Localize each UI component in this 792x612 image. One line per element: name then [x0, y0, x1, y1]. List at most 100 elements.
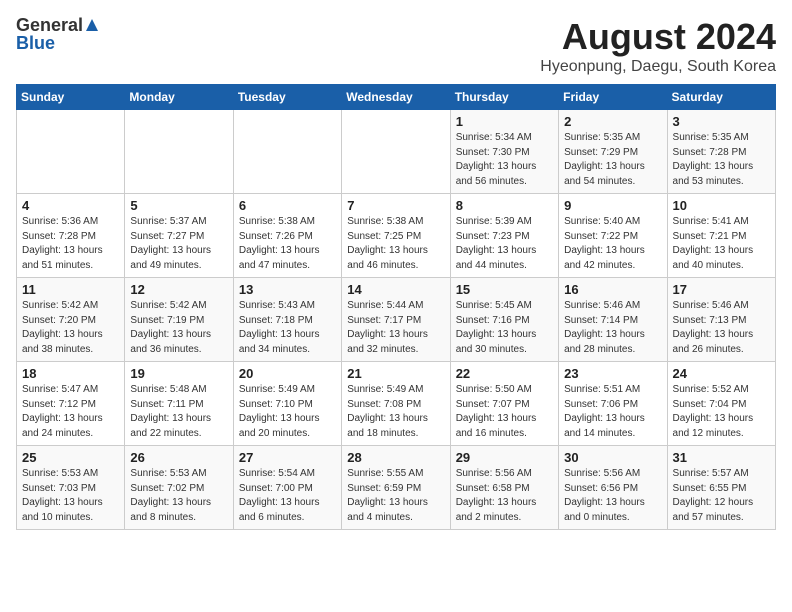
calendar-cell: 25Sunrise: 5:53 AM Sunset: 7:03 PM Dayli…: [17, 446, 125, 530]
weekday-header-row: SundayMondayTuesdayWednesdayThursdayFrid…: [17, 85, 776, 110]
day-number: 3: [673, 114, 770, 129]
day-info: Sunrise: 5:49 AM Sunset: 7:08 PM Dayligh…: [347, 383, 444, 441]
calendar-table: SundayMondayTuesdayWednesdayThursdayFrid…: [16, 84, 776, 530]
calendar-week-row: 18 Sunrise: 5:47 AM Sunset: 7:12 PM Dayli…: [17, 362, 776, 446]
calendar-cell: 24 Sunrise: 5:52 AM Sunset: 7:04 PM Dayli…: [667, 362, 775, 446]
calendar-cell: 28Sunrise: 5:55 AM Sunset: 6:59 PM Dayli…: [342, 446, 450, 530]
logo-blue: Blue: [16, 34, 55, 52]
logo-general: General: [16, 16, 83, 34]
logo: General Blue: [16, 16, 100, 52]
day-info: Sunrise: 5:38 AM Sunset: 7:26 PM Dayligh…: [239, 215, 336, 273]
calendar-cell: 2 Sunrise: 5:35 AM Sunset: 7:29 PM Daylig…: [559, 110, 667, 194]
day-info: Sunrise: 5:53 AM Sunset: 7:03 PM Dayligh…: [22, 467, 119, 525]
day-number: 21: [347, 366, 444, 381]
calendar-cell: 4 Sunrise: 5:36 AM Sunset: 7:28 PM Daylig…: [17, 194, 125, 278]
day-number: 10: [673, 198, 770, 213]
day-info: Sunrise: 5:52 AM Sunset: 7:04 PM Dayligh…: [673, 383, 770, 441]
day-number: 4: [22, 198, 119, 213]
calendar-cell: 29Sunrise: 5:56 AM Sunset: 6:58 PM Dayli…: [450, 446, 558, 530]
calendar-cell: 7 Sunrise: 5:38 AM Sunset: 7:25 PM Daylig…: [342, 194, 450, 278]
calendar-cell: 3 Sunrise: 5:35 AM Sunset: 7:28 PM Daylig…: [667, 110, 775, 194]
calendar-cell: 23Sunrise: 5:51 AM Sunset: 7:06 PM Dayli…: [559, 362, 667, 446]
weekday-header-thursday: Thursday: [450, 85, 558, 110]
day-info: Sunrise: 5:38 AM Sunset: 7:25 PM Dayligh…: [347, 215, 444, 273]
day-info: Sunrise: 5:51 AM Sunset: 7:06 PM Dayligh…: [564, 383, 661, 441]
calendar-cell: [17, 110, 125, 194]
calendar-cell: 15Sunrise: 5:45 AM Sunset: 7:16 PM Dayli…: [450, 278, 558, 362]
day-number: 8: [456, 198, 553, 213]
day-number: 6: [239, 198, 336, 213]
calendar-cell: 16 Sunrise: 5:46 AM Sunset: 7:14 PM Dayli…: [559, 278, 667, 362]
day-info: Sunrise: 5:41 AM Sunset: 7:21 PM Dayligh…: [673, 215, 770, 273]
calendar-week-row: 4 Sunrise: 5:36 AM Sunset: 7:28 PM Daylig…: [17, 194, 776, 278]
day-number: 9: [564, 198, 661, 213]
weekday-header-tuesday: Tuesday: [233, 85, 341, 110]
day-info: Sunrise: 5:45 AM Sunset: 7:16 PM Dayligh…: [456, 299, 553, 357]
day-info: Sunrise: 5:57 AM Sunset: 6:55 PM Dayligh…: [673, 467, 770, 525]
day-info: Sunrise: 5:37 AM Sunset: 7:27 PM Dayligh…: [130, 215, 227, 273]
calendar-cell: 11 Sunrise: 5:42 AM Sunset: 7:20 PM Dayli…: [17, 278, 125, 362]
calendar-cell: 14 Sunrise: 5:44 AM Sunset: 7:17 PM Dayli…: [342, 278, 450, 362]
day-number: 24: [673, 366, 770, 381]
day-number: 5: [130, 198, 227, 213]
day-number: 12: [130, 282, 227, 297]
location-title: Hyeonpung, Daegu, South Korea: [540, 58, 776, 76]
day-number: 26: [130, 450, 227, 465]
day-info: Sunrise: 5:48 AM Sunset: 7:11 PM Dayligh…: [130, 383, 227, 441]
month-title: August 2024: [540, 16, 776, 58]
day-number: 7: [347, 198, 444, 213]
day-info: Sunrise: 5:42 AM Sunset: 7:20 PM Dayligh…: [22, 299, 119, 357]
day-number: 11: [22, 282, 119, 297]
day-number: 13: [239, 282, 336, 297]
calendar-cell: [125, 110, 233, 194]
calendar-cell: 12Sunrise: 5:42 AM Sunset: 7:19 PM Dayli…: [125, 278, 233, 362]
day-info: Sunrise: 5:47 AM Sunset: 7:12 PM Dayligh…: [22, 383, 119, 441]
day-number: 18: [22, 366, 119, 381]
day-number: 16: [564, 282, 661, 297]
calendar-cell: 19 Sunrise: 5:48 AM Sunset: 7:11 PM Dayli…: [125, 362, 233, 446]
calendar-cell: 1 Sunrise: 5:34 AM Sunset: 7:30 PM Daylig…: [450, 110, 558, 194]
day-info: Sunrise: 5:36 AM Sunset: 7:28 PM Dayligh…: [22, 215, 119, 273]
calendar-cell: 13Sunrise: 5:43 AM Sunset: 7:18 PM Dayli…: [233, 278, 341, 362]
day-info: Sunrise: 5:34 AM Sunset: 7:30 PM Dayligh…: [456, 131, 553, 189]
day-number: 17: [673, 282, 770, 297]
day-info: Sunrise: 5:54 AM Sunset: 7:00 PM Dayligh…: [239, 467, 336, 525]
title-block: August 2024 Hyeonpung, Daegu, South Kore…: [540, 16, 776, 76]
calendar-cell: 5 Sunrise: 5:37 AM Sunset: 7:27 PM Daylig…: [125, 194, 233, 278]
day-info: Sunrise: 5:46 AM Sunset: 7:13 PM Dayligh…: [673, 299, 770, 357]
weekday-header-friday: Friday: [559, 85, 667, 110]
day-info: Sunrise: 5:35 AM Sunset: 7:28 PM Dayligh…: [673, 131, 770, 189]
day-number: 22: [456, 366, 553, 381]
calendar-cell: 8Sunrise: 5:39 AM Sunset: 7:23 PM Daylig…: [450, 194, 558, 278]
day-info: Sunrise: 5:56 AM Sunset: 6:58 PM Dayligh…: [456, 467, 553, 525]
day-info: Sunrise: 5:56 AM Sunset: 6:56 PM Dayligh…: [564, 467, 661, 525]
day-info: Sunrise: 5:46 AM Sunset: 7:14 PM Dayligh…: [564, 299, 661, 357]
calendar-cell: 17 Sunrise: 5:46 AM Sunset: 7:13 PM Dayli…: [667, 278, 775, 362]
day-number: 20: [239, 366, 336, 381]
day-info: Sunrise: 5:35 AM Sunset: 7:29 PM Dayligh…: [564, 131, 661, 189]
calendar-cell: 22Sunrise: 5:50 AM Sunset: 7:07 PM Dayli…: [450, 362, 558, 446]
day-info: Sunrise: 5:53 AM Sunset: 7:02 PM Dayligh…: [130, 467, 227, 525]
weekday-header-monday: Monday: [125, 85, 233, 110]
logo-triangle-icon: [84, 17, 100, 33]
day-number: 14: [347, 282, 444, 297]
day-info: Sunrise: 5:40 AM Sunset: 7:22 PM Dayligh…: [564, 215, 661, 273]
calendar-week-row: 25Sunrise: 5:53 AM Sunset: 7:03 PM Dayli…: [17, 446, 776, 530]
day-number: 19: [130, 366, 227, 381]
calendar-cell: 10 Sunrise: 5:41 AM Sunset: 7:21 PM Dayli…: [667, 194, 775, 278]
calendar-cell: 30Sunrise: 5:56 AM Sunset: 6:56 PM Dayli…: [559, 446, 667, 530]
calendar-cell: 18 Sunrise: 5:47 AM Sunset: 7:12 PM Dayli…: [17, 362, 125, 446]
calendar-cell: 20Sunrise: 5:49 AM Sunset: 7:10 PM Dayli…: [233, 362, 341, 446]
calendar-cell: 31Sunrise: 5:57 AM Sunset: 6:55 PM Dayli…: [667, 446, 775, 530]
page-header: General Blue August 2024 Hyeonpung, Daeg…: [16, 16, 776, 76]
calendar-week-row: 1 Sunrise: 5:34 AM Sunset: 7:30 PM Daylig…: [17, 110, 776, 194]
day-number: 1: [456, 114, 553, 129]
calendar-cell: 9 Sunrise: 5:40 AM Sunset: 7:22 PM Daylig…: [559, 194, 667, 278]
day-info: Sunrise: 5:44 AM Sunset: 7:17 PM Dayligh…: [347, 299, 444, 357]
weekday-header-wednesday: Wednesday: [342, 85, 450, 110]
calendar-cell: [233, 110, 341, 194]
calendar-cell: 26 Sunrise: 5:53 AM Sunset: 7:02 PM Dayli…: [125, 446, 233, 530]
day-number: 2: [564, 114, 661, 129]
calendar-cell: 21 Sunrise: 5:49 AM Sunset: 7:08 PM Dayli…: [342, 362, 450, 446]
weekday-header-saturday: Saturday: [667, 85, 775, 110]
